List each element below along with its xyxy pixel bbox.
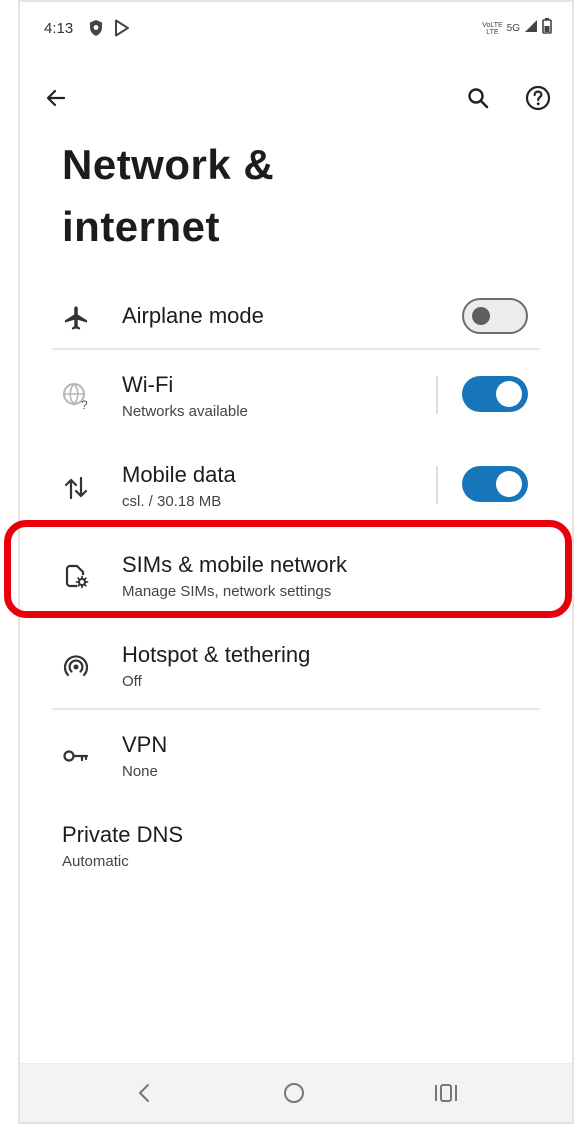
volte-indicator: VoLTE LTE [482,21,503,36]
search-icon[interactable] [458,78,498,118]
navigation-bar [20,1063,572,1122]
sims-subtitle: Manage SIMs, network settings [122,583,332,600]
hotspot-icon [56,646,96,686]
wifi-toggle[interactable] [462,376,528,412]
wifi-unknown-icon: ? [56,376,96,416]
network-type: 5G [506,23,520,34]
sims-label: SIMs & mobile network [122,552,347,577]
airplane-mode-toggle[interactable] [462,298,528,334]
private-dns-status: Automatic [62,853,129,870]
status-right-icons: VoLTE LTE 5G [482,18,552,39]
phone-screen: 4:13 VoLTE LTE 5G Network & internet Air… [4,0,574,1124]
shield-icon [88,19,104,42]
separator [436,376,438,414]
svg-text:?: ? [81,398,88,411]
signal-icon [524,19,538,38]
vpn-key-icon [56,736,96,776]
hotspot-status: Off [122,673,142,690]
private-dns-row[interactable]: Private DNS Automatic [20,808,572,888]
status-time: 4:13 [44,20,74,37]
hotspot-tethering-row[interactable]: Hotspot & tethering Off [20,628,572,708]
sims-mobile-network-row[interactable]: SIMs & mobile network Manage SIMs, netwo… [20,538,572,618]
play-store-icon [114,19,130,42]
vpn-status: None [122,763,158,780]
battery-icon [542,18,552,39]
wifi-status: Networks available [122,403,248,420]
mobile-data-label: Mobile data [122,462,236,487]
app-bar [20,78,572,122]
back-arrow-icon[interactable] [36,78,76,118]
data-arrows-icon [56,468,96,508]
home-nav-icon[interactable] [274,1076,314,1110]
airplane-mode-label: Airplane mode [122,303,264,328]
mobile-data-row[interactable]: Mobile data csl. / 30.18 MB [20,448,572,528]
mobile-data-toggle[interactable] [462,466,528,502]
mobile-data-usage: csl. / 30.18 MB [122,493,222,510]
wifi-label: Wi-Fi [122,372,174,397]
wifi-row[interactable]: ? Wi-Fi Networks available [20,358,572,438]
divider [52,708,540,710]
vpn-row[interactable]: VPN None [20,718,572,798]
separator [436,466,438,504]
hotspot-label: Hotspot & tethering [122,642,311,667]
sim-settings-icon [56,556,96,596]
recents-nav-icon[interactable] [426,1076,466,1110]
page-title: Network & internet [62,141,275,250]
airplane-mode-row[interactable]: Airplane mode [20,278,572,358]
back-nav-icon[interactable] [124,1076,164,1110]
help-icon[interactable] [518,78,558,118]
status-bar: 4:13 VoLTE LTE 5G [20,2,572,58]
private-dns-label: Private DNS [62,822,184,847]
divider [52,348,540,350]
airplane-icon [56,298,96,338]
vpn-label: VPN [122,732,168,757]
